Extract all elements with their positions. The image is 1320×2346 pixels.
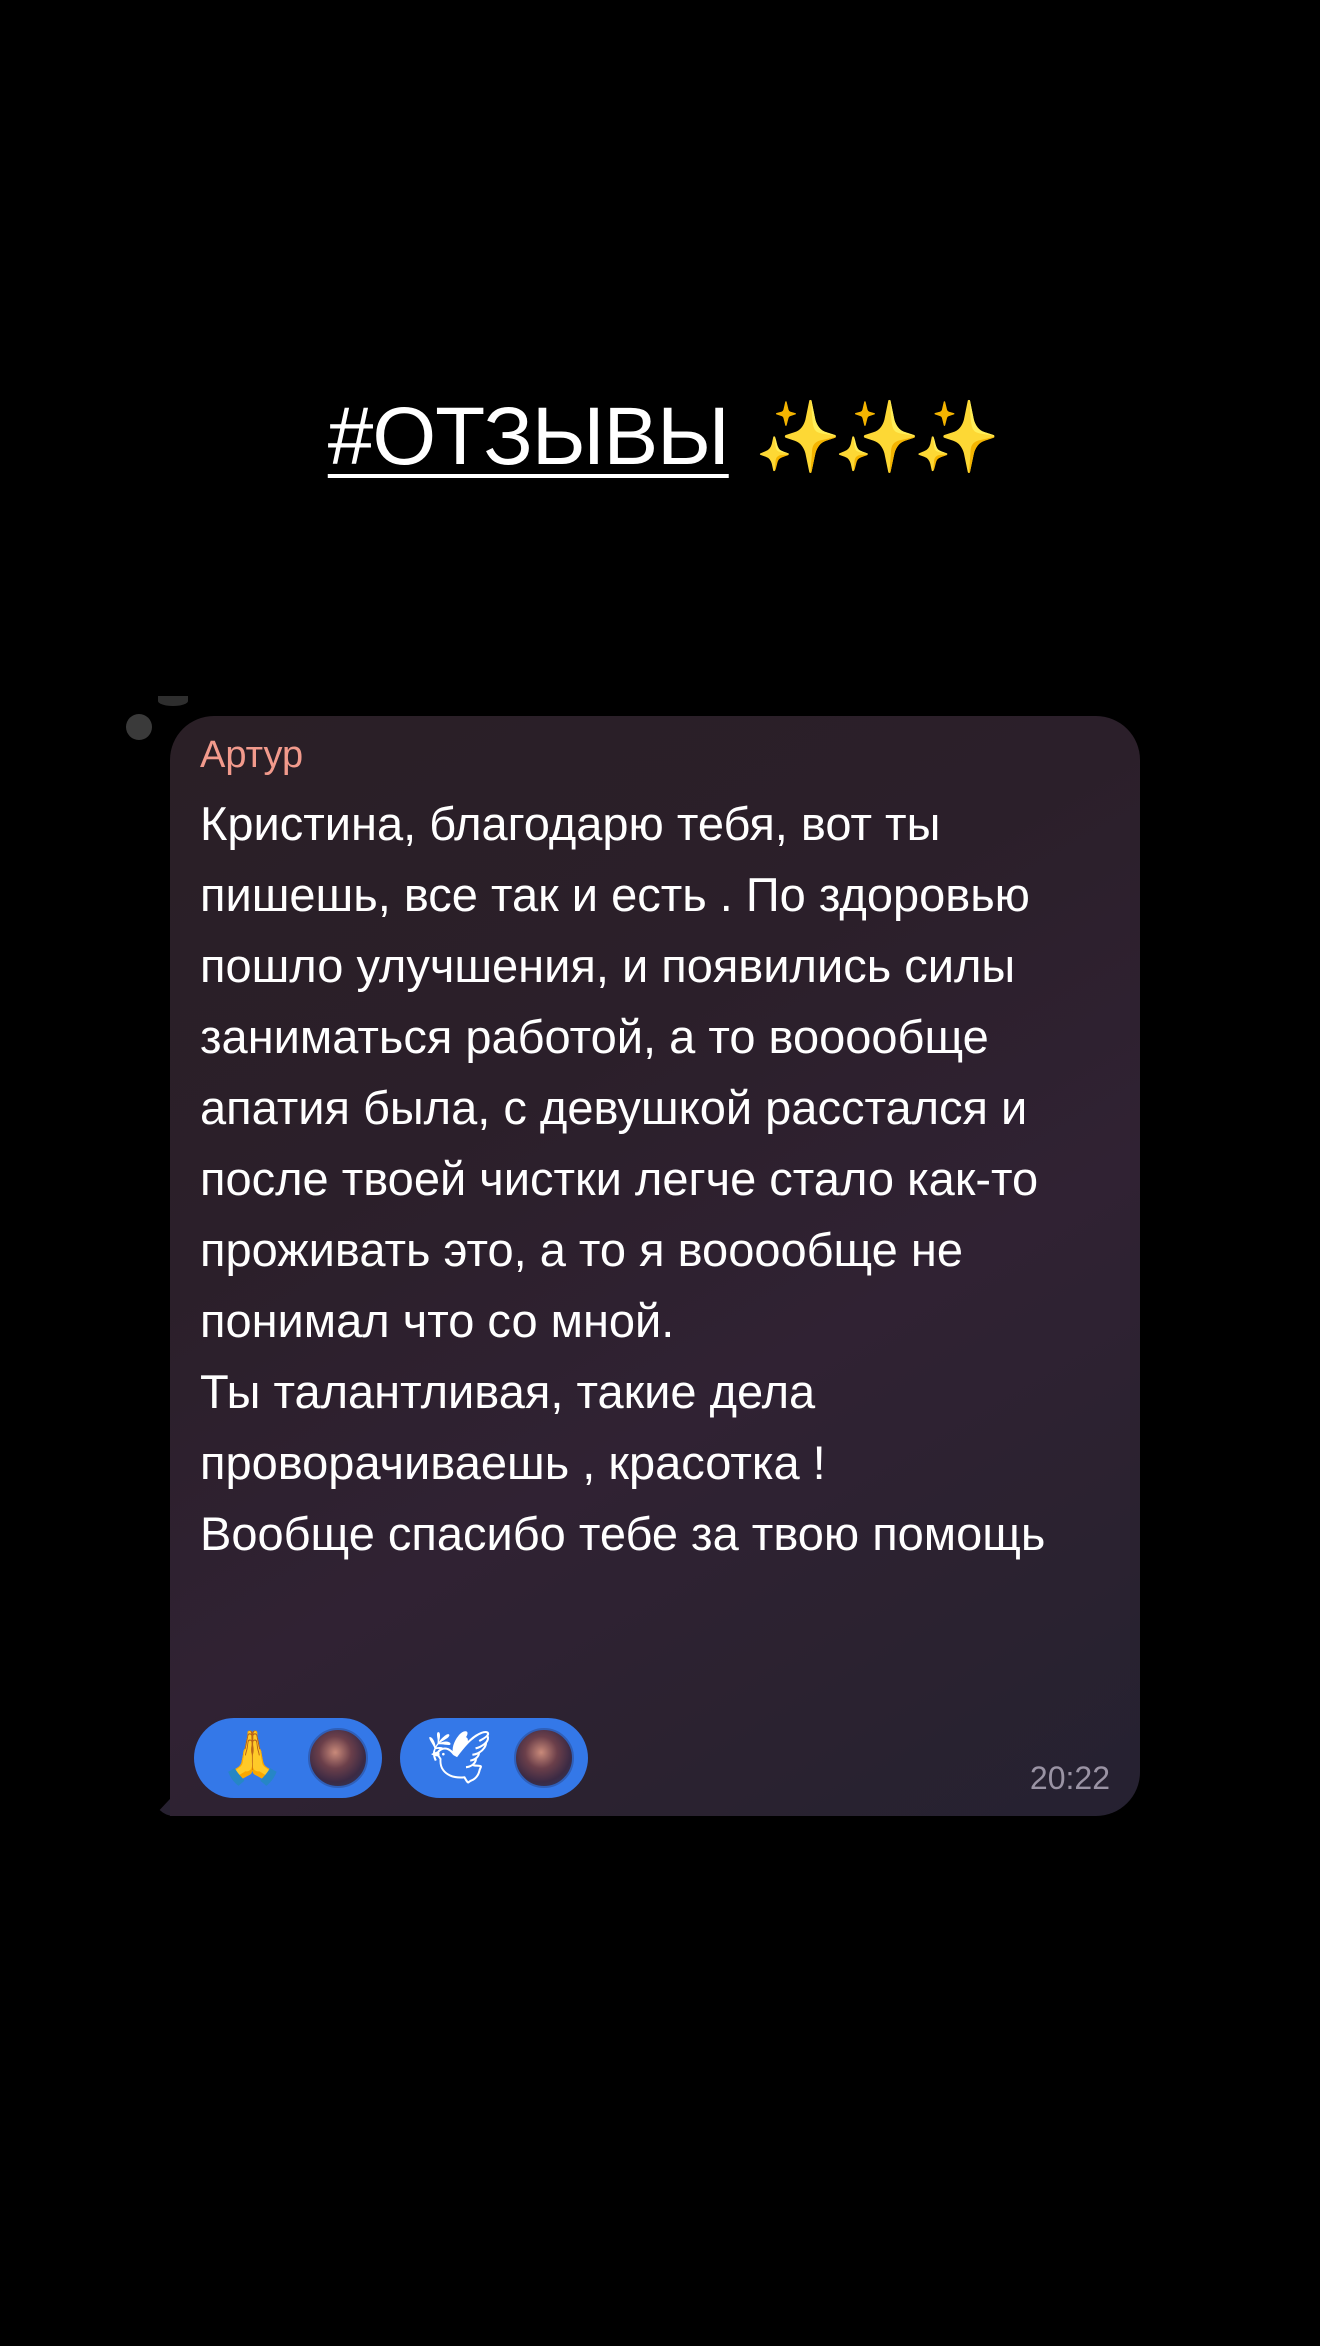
reaction-dove[interactable]: 🕊	[400, 1718, 588, 1798]
reaction-folded-hands[interactable]: 🙏	[194, 1718, 382, 1798]
dove-icon: 🕊	[426, 1728, 493, 1788]
reactor-avatar	[514, 1728, 574, 1788]
avatar-fragment	[158, 696, 188, 706]
sender-avatar[interactable]	[126, 714, 152, 740]
folded-hands-icon: 🙏	[220, 1728, 285, 1788]
hashtag-title[interactable]: #ОТЗЫВЫ	[328, 391, 730, 482]
message-bubble[interactable]: Артур Кристина, благодарю тебя, вот ты п…	[170, 716, 1140, 1816]
sender-name[interactable]: Артур	[200, 734, 303, 777]
message-text: Кристина, благодарю тебя, вот ты пишешь,…	[200, 797, 1046, 1560]
reactor-avatar	[308, 1728, 368, 1788]
message-timestamp: 20:22	[1029, 1760, 1110, 1796]
story-title: #ОТЗЫВЫ ✨✨✨	[0, 390, 1320, 484]
sparkles-icon: ✨✨✨	[754, 395, 1001, 478]
